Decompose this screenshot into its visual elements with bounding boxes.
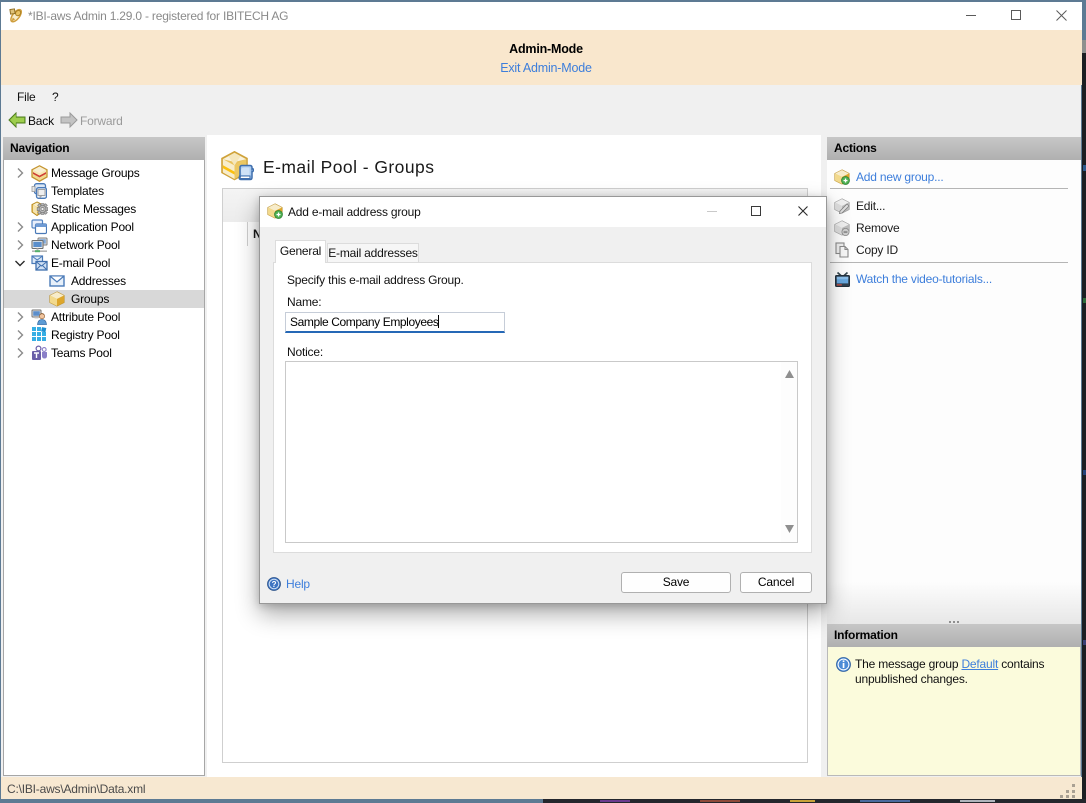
svg-text:?: ? (272, 580, 277, 589)
